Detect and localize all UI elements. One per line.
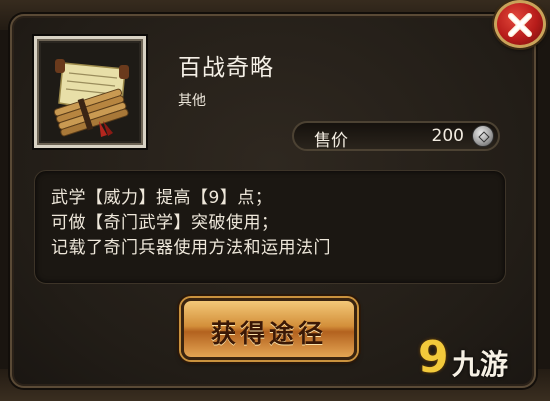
item-name: 百战奇略 xyxy=(178,55,274,81)
watermark-text: 九游 xyxy=(452,348,509,381)
watermark-logo: 9 九游 xyxy=(418,332,546,383)
scroll-bundle-icon xyxy=(41,43,139,141)
item-description-box: 武学【威力】提高【9】点； 可做【奇门武学】突破使用； 记载了奇门兵器使用方法和… xyxy=(34,170,506,284)
item-icon-frame xyxy=(34,36,146,148)
description-line: 可做【奇门武学】突破使用； xyxy=(51,213,279,233)
description-line: 记载了奇门兵器使用方法和运用法门 xyxy=(51,238,331,258)
close-icon xyxy=(508,13,532,37)
price-label: 售价 xyxy=(314,131,348,151)
silver-coin-icon xyxy=(472,125,494,147)
obtain-method-button[interactable]: 获得途径 xyxy=(181,298,357,360)
description-line: 武学【威力】提高【9】点； xyxy=(51,188,273,208)
price-value: 200 xyxy=(431,126,464,146)
close-button[interactable] xyxy=(494,0,546,48)
price-bar: 售价 200 xyxy=(292,121,500,151)
obtain-method-label: 获得途径 xyxy=(210,319,327,348)
item-type: 其他 xyxy=(178,93,206,109)
watermark-nine: 9 xyxy=(418,332,449,383)
